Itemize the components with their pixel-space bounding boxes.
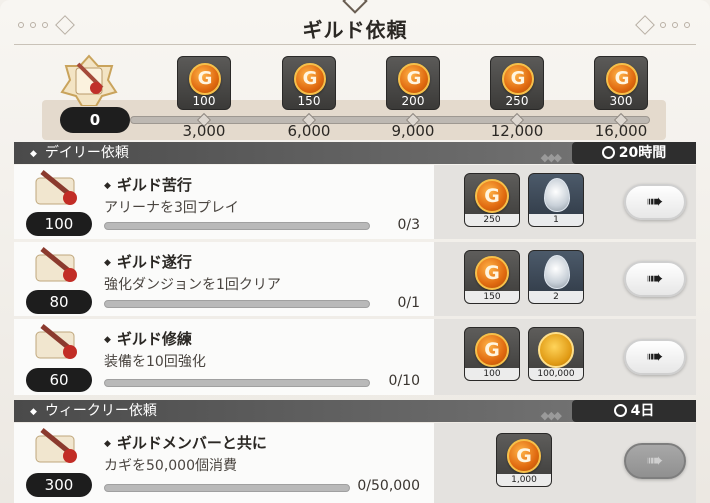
reward-qty: 250: [465, 214, 519, 226]
milestone-points: 6,000: [287, 122, 331, 140]
reward-qty: 1,000: [497, 474, 551, 486]
milestone-reward[interactable]: G 100: [177, 56, 231, 110]
daily-section-header: ◆ デイリー依頼 ◆◆◆ 20時間: [14, 142, 696, 164]
milestone-reward[interactable]: G 150: [282, 56, 336, 110]
quest-name: ◆ ギルド苦行: [104, 176, 192, 194]
reward-qty: 2: [529, 291, 583, 303]
milestone-points: 16,000: [594, 122, 648, 140]
scroll-quill-icon: [35, 247, 77, 282]
quest-row: 100 ◆ ギルド苦行 アリーナを3回プレイ 0/3 G 250 1 ➠: [14, 165, 696, 239]
gold-coin-icon: G: [475, 256, 509, 290]
milestone-points: 12,000: [490, 122, 544, 140]
guild-request-panel: ギルド依頼 0 G 100 G 150 G 200 G 250 G 300 3,…: [0, 0, 710, 503]
gold-coin-icon: G: [507, 439, 541, 473]
reward-qty: 150: [465, 291, 519, 303]
double-arrow-icon: ➠: [646, 448, 664, 472]
quest-progress-count: 0/50,000: [357, 478, 420, 494]
gold-coin-icon: G: [502, 63, 534, 95]
quest-description: 強化ダンジョンを1回クリア: [104, 277, 281, 293]
double-arrow-icon: ➠: [646, 266, 664, 290]
quest-row: 60 ◆ ギルド修練 装備を10回強化 0/10 G 100 100,000 ➠: [14, 319, 696, 395]
milestone-reward[interactable]: G 200: [386, 56, 440, 110]
quest-progress-bar: [104, 484, 350, 492]
bullet-icon: ◆: [30, 407, 37, 417]
reward-qty: 100: [465, 368, 519, 380]
daily-timer: 20時間: [572, 142, 696, 164]
gold-coin-icon: G: [189, 63, 221, 95]
gold-coin-icon: G: [475, 179, 509, 213]
quest-points: 60: [26, 368, 92, 392]
quest-points: 100: [26, 212, 92, 236]
gold-medal-icon: [538, 332, 574, 368]
quest-progress-count: 0/1: [397, 295, 420, 311]
quest-progress-count: 0/3: [397, 217, 420, 233]
weekly-timer: 4日: [572, 400, 696, 422]
quest-name: ◆ ギルド修練: [104, 330, 192, 348]
reward-coin[interactable]: G 100: [464, 327, 520, 381]
quest-name: ◆ ギルドメンバーと共に: [104, 434, 267, 452]
quest-name: ◆ ギルド遂行: [104, 253, 192, 271]
reward-egg[interactable]: 1: [528, 173, 584, 227]
reward-qty: 1: [529, 214, 583, 226]
gold-coin-icon: G: [398, 63, 430, 95]
weekly-header-label: ウィークリー依頼: [44, 403, 157, 419]
milestone-reward[interactable]: G 250: [490, 56, 544, 110]
current-points: 0: [60, 107, 130, 133]
quest-description: 装備を10回強化: [104, 354, 206, 370]
quest-progress-bar: [104, 222, 370, 230]
reward-coin[interactable]: G 250: [464, 173, 520, 227]
go-button-disabled[interactable]: ➠: [624, 443, 686, 479]
bullet-icon: ◆: [30, 149, 37, 159]
quest-row: 80 ◆ ギルド遂行 強化ダンジョンを1回クリア 0/1 G 150 2 ➠: [14, 242, 696, 316]
go-button[interactable]: ➠: [624, 261, 686, 297]
page-title: ギルド依頼: [302, 18, 408, 42]
milestone-reward[interactable]: G 300: [594, 56, 648, 110]
scroll-quill-icon: [35, 428, 77, 463]
reward-coin[interactable]: G 150: [464, 250, 520, 304]
quest-points: 80: [26, 290, 92, 314]
double-arrow-icon: ➠: [646, 189, 664, 213]
quest-description: アリーナを3回プレイ: [104, 200, 239, 216]
milestone-reward-qty: 300: [609, 94, 633, 108]
stopwatch-icon: [601, 146, 615, 159]
quest-progress-count: 0/10: [388, 373, 420, 389]
quest-description: カギを50,000個消費: [104, 458, 237, 474]
reward-medal[interactable]: 100,000: [528, 327, 584, 381]
milestone-reward-qty: 200: [401, 94, 425, 108]
gold-coin-icon: G: [475, 333, 509, 367]
silver-egg-icon: [544, 255, 570, 289]
reward-qty: 100,000: [529, 368, 583, 380]
gold-coin-icon: G: [606, 63, 638, 95]
double-arrow-icon: ➠: [646, 344, 664, 368]
go-button[interactable]: ➠: [624, 184, 686, 220]
scroll-quill-icon: [35, 170, 77, 205]
milestone-reward-qty: 250: [505, 94, 529, 108]
milestone-reward-qty: 100: [192, 94, 216, 108]
reward-egg[interactable]: 2: [528, 250, 584, 304]
title-bar: ギルド依頼: [0, 0, 710, 50]
reward-coin[interactable]: G 1,000: [496, 433, 552, 487]
go-button[interactable]: ➠: [624, 339, 686, 375]
daily-header-label: デイリー依頼: [44, 145, 129, 161]
scroll-quill-icon: [35, 324, 77, 359]
weekly-timer-value: 4日: [630, 403, 655, 419]
milestone-reward-qty: 150: [297, 94, 321, 108]
quest-row: 300 ◆ ギルドメンバーと共に カギを50,000個消費 0/50,000 G …: [14, 423, 696, 503]
divider: [14, 44, 696, 45]
silver-egg-icon: [544, 178, 570, 212]
weekly-section-header: ◆ ウィークリー依頼 ◆◆◆ 4日: [14, 400, 696, 422]
gold-coin-icon: G: [294, 63, 326, 95]
quest-progress-bar: [104, 300, 370, 308]
quest-progress-bar: [104, 379, 370, 387]
milestone-points: 9,000: [391, 122, 435, 140]
stopwatch-icon: [613, 404, 627, 417]
quest-points: 300: [26, 473, 92, 497]
milestone-points: 3,000: [182, 122, 226, 140]
ornament-icon: [342, 0, 368, 14]
guild-emblem-icon: [60, 54, 118, 106]
daily-timer-value: 20時間: [618, 145, 667, 161]
